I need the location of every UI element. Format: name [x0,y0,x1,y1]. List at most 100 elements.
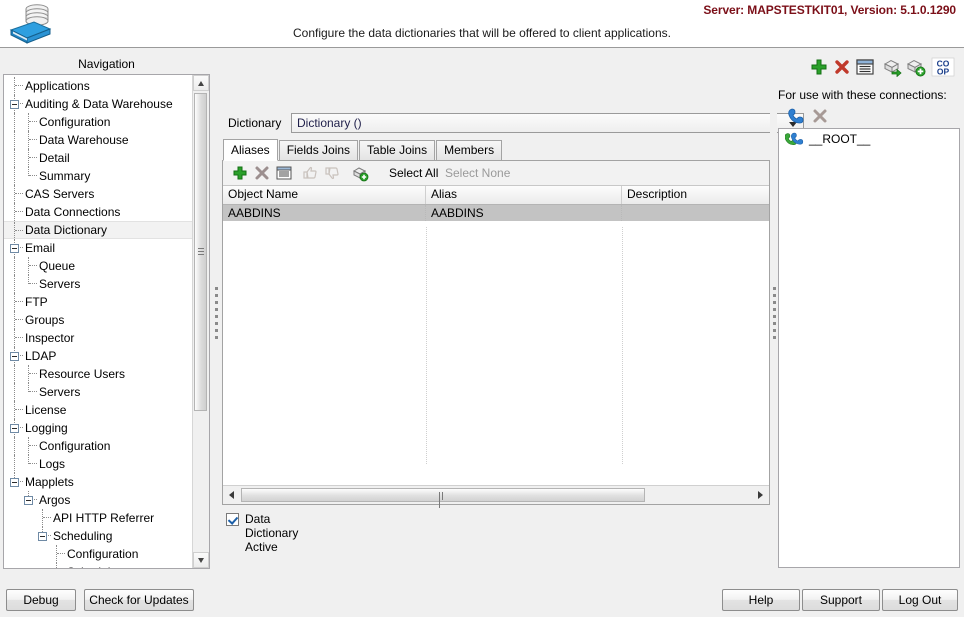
tab-fields-joins[interactable]: Fields Joins [279,140,358,160]
sidebar-item-applications[interactable]: Applications [4,77,194,95]
table-row[interactable]: AABDINS AABDINS [223,205,769,221]
sidebar-item-cas-servers[interactable]: CAS Servers [4,185,194,203]
column-header-object-name[interactable]: Object Name [223,186,426,204]
sidebar-item-detail[interactable]: Detail [4,149,194,167]
column-header-description[interactable]: Description [622,186,769,204]
alias-list-icon[interactable] [275,164,293,182]
sidebar-item-ftp[interactable]: FTP [4,293,194,311]
check-for-updates-button[interactable]: Check for Updates [84,589,194,611]
sidebar-item-auditing-data-warehouse[interactable]: Auditing & Data Warehouse [4,95,194,113]
dictionary-select[interactable]: Dictionary () [291,113,804,133]
sidebar-item-api-http-referrer[interactable]: API HTTP Referrer [4,509,194,527]
dictionary-label: Dictionary [228,116,281,130]
left-splitter[interactable] [212,56,220,573]
delete-dictionary-icon[interactable] [832,57,852,77]
scroll-right-arrow-icon[interactable] [752,487,768,503]
sidebar-item-servers[interactable]: Servers [4,383,194,401]
sidebar-item-data-connections[interactable]: Data Connections [4,203,194,221]
navigation-scroll-thumb[interactable] [194,93,207,411]
sidebar-item-label: CAS Servers [25,185,94,203]
connections-list[interactable]: __ROOT__ [778,128,960,568]
tree-elbow [29,157,37,158]
sidebar-item-email[interactable]: Email [4,239,194,257]
tree-elbow [15,211,23,212]
alias-table-hscrollbar[interactable] [223,485,769,504]
sidebar-item-configuration[interactable]: Configuration [4,113,194,131]
sidebar-item-schedules[interactable]: Schedules [4,563,194,569]
sidebar-item-argos[interactable]: Argos [4,491,194,509]
help-button[interactable]: Help [722,589,800,611]
collapse-toggle-icon[interactable] [10,352,19,361]
log-out-button[interactable]: Log Out [882,589,958,611]
debug-button[interactable]: Debug [6,589,76,611]
sidebar-item-label: Servers [39,383,80,401]
sidebar-item-logs[interactable]: Logs [4,455,194,473]
sidebar-item-label: License [25,401,66,419]
sidebar-item-license[interactable]: License [4,401,194,419]
sidebar-item-data-warehouse[interactable]: Data Warehouse [4,131,194,149]
list-item[interactable]: __ROOT__ [779,129,959,149]
collapse-toggle-icon[interactable] [10,478,19,487]
scroll-left-arrow-icon[interactable] [224,487,240,503]
tab-table-joins[interactable]: Table Joins [359,140,435,160]
thumbs-down-icon [324,164,342,182]
add-alias-icon[interactable] [231,164,249,182]
select-all-button[interactable]: Select All [389,166,438,180]
tree-guide-line [28,437,30,455]
tab-aliases[interactable]: Aliases [223,139,278,161]
collapse-toggle-icon[interactable] [24,496,33,505]
alias-table[interactable]: Object Name Alias Description AABDINS AA… [223,185,769,484]
sidebar-item-scheduling[interactable]: Scheduling [4,527,194,545]
add-dictionary-icon[interactable] [809,57,829,77]
tree-guide-line [28,131,30,149]
tree-guide-line [42,509,44,527]
collapse-toggle-icon[interactable] [10,244,19,253]
support-button[interactable]: Support [802,589,880,611]
collapse-toggle-icon[interactable] [10,100,19,109]
right-splitter[interactable] [770,56,777,573]
sidebar-item-label: Resource Users [39,365,125,383]
page-description: Configure the data dictionaries that wil… [0,26,964,40]
sidebar-item-configuration[interactable]: Configuration [4,437,194,455]
main-frame: Navigation ApplicationsAuditing & Data W… [0,47,964,583]
sidebar-item-label: Auditing & Data Warehouse [25,95,173,113]
sidebar-item-inspector[interactable]: Inspector [4,329,194,347]
import-dictionary-icon[interactable] [906,57,926,77]
sidebar-item-resource-users[interactable]: Resource Users [4,365,194,383]
aliases-tab-panel: Select All Select None Object Name Alias… [222,160,770,505]
collapse-toggle-icon[interactable] [38,532,47,541]
export-dictionary-icon[interactable] [883,57,903,77]
tree-guide-line [14,437,16,455]
collapse-toggle-icon[interactable] [10,424,19,433]
sidebar-item-configuration[interactable]: Configuration [4,545,194,563]
list-report-icon[interactable] [855,57,875,77]
hscroll-thumb[interactable] [241,488,645,502]
data-dictionary-active-checkbox[interactable] [226,513,239,526]
navigation-scrollbar[interactable] [192,75,209,568]
tree-elbow [15,337,23,338]
tree-guide-line [14,455,16,473]
navigation-tree[interactable]: ApplicationsAuditing & Data WarehouseCon… [3,74,210,569]
sidebar-item-logging[interactable]: Logging [4,419,194,437]
cell-object-name: AABDINS [223,205,426,221]
tab-members[interactable]: Members [436,140,502,160]
sidebar-item-label: Configuration [39,437,110,455]
connections-panel: For use with these connections: [778,88,960,568]
sidebar-item-queue[interactable]: Queue [4,257,194,275]
sidebar-item-groups[interactable]: Groups [4,311,194,329]
sidebar-item-data-dictionary[interactable]: Data Dictionary [4,221,194,239]
scroll-down-arrow-icon[interactable] [193,552,209,568]
coop-icon[interactable]: CO OP [931,57,955,77]
sidebar-item-summary[interactable]: Summary [4,167,194,185]
alias-table-header: Object Name Alias Description [223,185,769,205]
sidebar-item-mapplets[interactable]: Mapplets [4,473,194,491]
scroll-up-arrow-icon[interactable] [193,75,209,91]
list-item-label: __ROOT__ [809,132,870,146]
column-guide [426,227,427,464]
sidebar-item-servers[interactable]: Servers [4,275,194,293]
add-connection-icon[interactable] [786,106,806,126]
sidebar-item-label: LDAP [25,347,56,365]
sidebar-item-ldap[interactable]: LDAP [4,347,194,365]
column-header-alias[interactable]: Alias [426,186,622,204]
add-object-icon[interactable] [351,164,369,182]
